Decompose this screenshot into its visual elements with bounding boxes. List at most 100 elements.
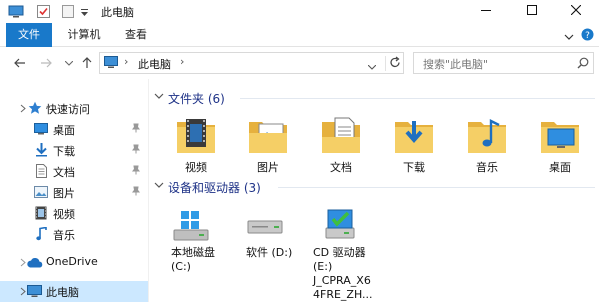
window-title: 此电脑 [101, 6, 134, 19]
refresh-icon[interactable] [385, 56, 401, 71]
folder-downloads[interactable]: 下载 [384, 115, 444, 177]
download-icon [36, 143, 47, 160]
document-folder-icon [321, 115, 361, 158]
drive-d[interactable]: 软件 (D:) [244, 204, 304, 284]
desktop-folder-icon [540, 115, 580, 158]
music-folder-icon [467, 115, 507, 158]
computer-icon[interactable] [8, 5, 24, 21]
drive-name: 本地磁盘 [171, 246, 215, 259]
sidebar-item-label: 桌面 [53, 124, 75, 137]
windows-drive-icon [173, 210, 209, 245]
drive-c[interactable]: 本地磁盘 (C:) [168, 204, 228, 284]
section-title: 设备和驱动器 (3) [168, 181, 261, 195]
address-dropdown-icon[interactable] [367, 60, 377, 73]
drive-volume-label: J_CPRA_X6 [313, 274, 371, 287]
folder-documents[interactable]: 文档 [311, 115, 371, 177]
desktop-icon [34, 123, 48, 138]
blank-doc-icon[interactable] [62, 5, 74, 21]
up-arrow-icon[interactable] [79, 55, 95, 71]
drives-section-header[interactable]: 设备和驱动器 (3) [148, 178, 599, 196]
sidebar-item-videos[interactable]: 视频 [0, 203, 148, 224]
sidebar-item-label: 快速访问 [46, 103, 90, 116]
pin-icon[interactable] [131, 144, 141, 157]
drive-letter: (C:) [171, 260, 191, 273]
sidebar-item-quick-access[interactable]: 快速访问 [0, 98, 148, 119]
cloud-icon [26, 257, 43, 271]
content-pane: 文件夹 (6) 视频 图片 文档 下载 音乐 桌面 设备和驱动器 (3) 本地磁… [148, 79, 599, 302]
back-arrow-icon[interactable] [12, 55, 28, 71]
computer-icon [104, 56, 118, 72]
tab-file[interactable]: 文件 [6, 23, 52, 47]
chevron-down-icon[interactable] [154, 91, 164, 104]
drive-name: 软件 (D:) [246, 246, 293, 259]
picture-folder-icon [248, 115, 288, 158]
pane-divider[interactable] [148, 79, 149, 302]
download-folder-icon [394, 115, 434, 158]
recent-locations-icon[interactable] [61, 55, 77, 71]
address-bar[interactable]: › 此电脑 › [99, 52, 404, 74]
hard-drive-icon [247, 220, 283, 237]
folders-section-header[interactable]: 文件夹 (6) [148, 89, 599, 107]
search-placeholder: 搜索"此电脑" [423, 58, 489, 71]
drive-name: CD 驱动器 [313, 246, 366, 259]
section-divider [278, 187, 595, 188]
close-icon [570, 4, 582, 18]
tab-view[interactable]: 查看 [118, 23, 154, 47]
sidebar-item-label: 下载 [53, 145, 75, 158]
svg-text:?: ? [585, 31, 590, 41]
chevron-down-icon[interactable] [154, 180, 164, 193]
sidebar-item-label: 图片 [53, 187, 75, 200]
folder-desktop[interactable]: 桌面 [530, 115, 590, 177]
sidebar-item-onedrive[interactable]: OneDrive [0, 252, 148, 273]
tile-label: 下载 [403, 161, 425, 174]
section-divider [240, 98, 595, 99]
sidebar-item-downloads[interactable]: 下载 [0, 140, 148, 161]
tile-label: 音乐 [476, 161, 498, 174]
tab-computer[interactable]: 计算机 [60, 23, 108, 47]
close-button[interactable] [553, 0, 599, 23]
search-icon[interactable] [577, 57, 589, 72]
folder-videos[interactable]: 视频 [166, 115, 226, 177]
sidebar-item-this-pc[interactable]: 此电脑 [0, 281, 148, 302]
path-separator: › [124, 55, 129, 68]
sidebar-item-documents[interactable]: 文档 [0, 161, 148, 182]
forward-arrow-icon[interactable] [38, 55, 54, 71]
help-icon[interactable]: ? [581, 28, 594, 44]
sidebar-item-desktop[interactable]: 桌面 [0, 119, 148, 140]
folder-pictures[interactable]: 图片 [238, 115, 298, 177]
drive-e[interactable]: CD 驱动器 (E:) J_CPRA_X6 4FRE_ZH... [312, 204, 392, 301]
dropdown-arrow-icon[interactable] [80, 7, 89, 20]
drive-volume-label-cont: 4FRE_ZH... [313, 288, 373, 301]
tile-label: 视频 [185, 161, 207, 174]
sidebar-item-label: 文档 [53, 166, 75, 179]
maximize-button[interactable] [509, 0, 555, 23]
video-icon [35, 206, 47, 223]
video-folder-icon [176, 115, 216, 158]
search-input[interactable]: 搜索"此电脑" [413, 52, 594, 74]
pin-icon[interactable] [131, 123, 141, 136]
expand-arrow-icon[interactable] [20, 286, 26, 299]
expand-arrow-icon[interactable] [20, 103, 26, 116]
maximize-icon [527, 5, 537, 18]
folder-music[interactable]: 音乐 [457, 115, 517, 177]
document-icon [36, 164, 47, 181]
checkbox-icon[interactable] [37, 5, 50, 21]
title-bar: 此电脑 [0, 0, 599, 23]
sidebar-item-label: OneDrive [46, 255, 98, 268]
sidebar-item-label: 视频 [53, 208, 75, 221]
section-title: 文件夹 (6) [168, 92, 225, 106]
navigation-bar: › 此电脑 › 搜索"此电脑" [0, 47, 599, 79]
tile-label: 桌面 [549, 161, 571, 174]
chevron-down-icon[interactable] [564, 31, 574, 44]
navigation-pane: 快速访问 桌面 下载 文档 图片 视频 音乐 OneDrive 此电脑 [0, 79, 148, 302]
path-separator: › [180, 55, 185, 68]
sidebar-item-music[interactable]: 音乐 [0, 224, 148, 245]
drive-letter: (E:) [313, 260, 333, 273]
picture-icon [34, 186, 48, 201]
pin-icon[interactable] [131, 165, 141, 178]
pin-icon[interactable] [131, 186, 141, 199]
sidebar-item-label: 音乐 [53, 229, 75, 242]
sidebar-item-pictures[interactable]: 图片 [0, 182, 148, 203]
minimize-button[interactable] [463, 0, 509, 23]
tile-label: 图片 [257, 161, 279, 174]
